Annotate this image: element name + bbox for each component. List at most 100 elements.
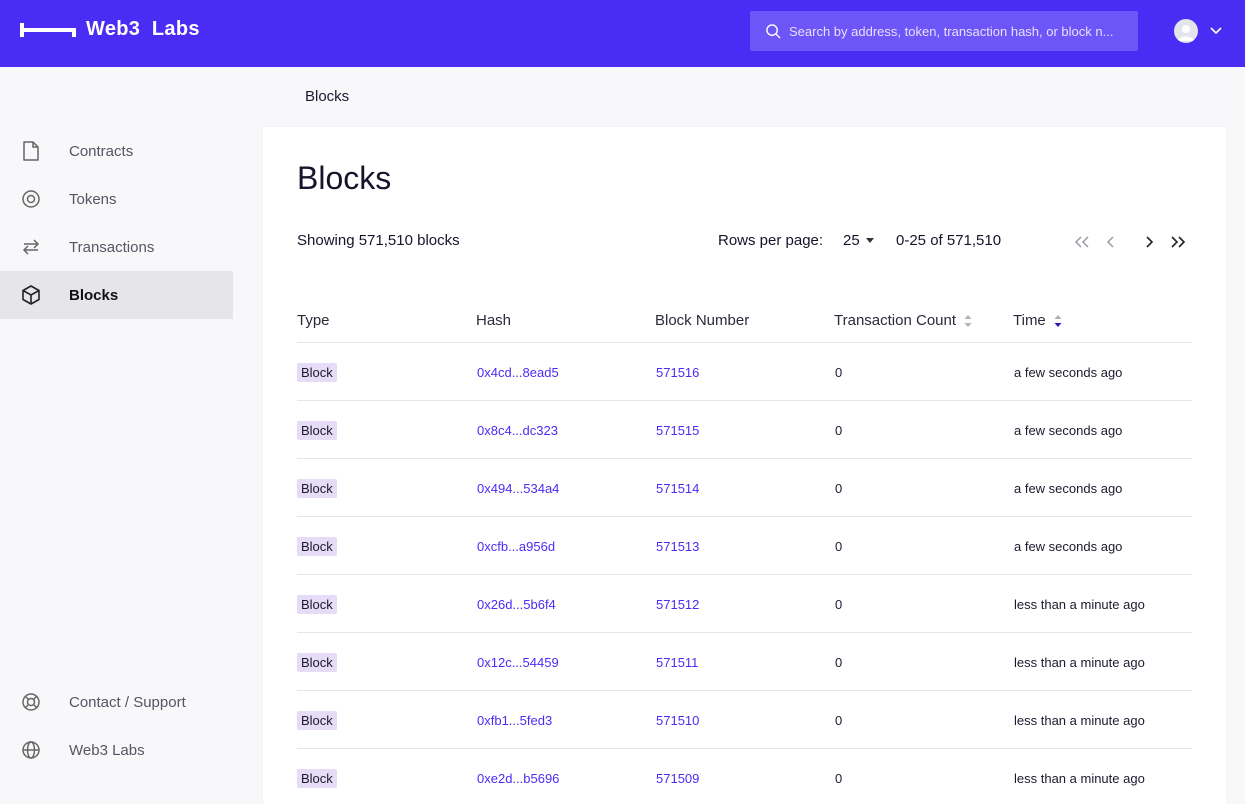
block-hash-link[interactable]: 0xfb1...5fed3	[477, 691, 552, 749]
page-title: Blocks	[297, 160, 392, 196]
token-icon	[22, 190, 40, 208]
user-icon	[1178, 25, 1194, 41]
transaction-count: 0	[835, 480, 843, 496]
block-hash-link[interactable]: 0xcfb...a956d	[477, 517, 555, 575]
type-badge: Block	[297, 594, 337, 614]
block-time: a few seconds ago	[1014, 422, 1123, 438]
block-time: less than a minute ago	[1014, 596, 1145, 612]
table-row: Block 0xe2d...b5696 571509 0 less than a…	[297, 748, 1192, 804]
block-number-link[interactable]: 571510	[656, 691, 699, 749]
sidebar-item-tokens[interactable]: Tokens	[0, 175, 233, 223]
search-icon	[766, 23, 781, 39]
table-row: Block 0x26d...5b6f4 571512 0 less than a…	[297, 574, 1192, 632]
block-hash-link[interactable]: 0x494...534a4	[477, 459, 559, 517]
column-header-time[interactable]: Time	[1013, 312, 1062, 329]
cube-icon	[22, 285, 40, 305]
table-row: Block 0xcfb...a956d 571513 0 a few secon…	[297, 516, 1192, 574]
sidebar-item-label: Contact / Support	[69, 693, 186, 711]
block-number-link[interactable]: 571512	[656, 575, 699, 633]
pagination-range: 0-25 of 571,510	[896, 232, 1002, 249]
block-time: less than a minute ago	[1014, 712, 1145, 728]
block-number-link[interactable]: 571513	[656, 517, 699, 575]
block-number-link[interactable]: 571514	[656, 459, 699, 517]
transaction-count: 0	[835, 654, 843, 670]
block-time: a few seconds ago	[1014, 480, 1123, 496]
block-time: less than a minute ago	[1014, 770, 1145, 786]
table-row: Block 0x12c...54459 571511 0 less than a…	[297, 632, 1192, 690]
last-page-button[interactable]	[1167, 231, 1189, 253]
transaction-count: 0	[835, 770, 843, 786]
search-box[interactable]	[750, 11, 1138, 51]
sidebar-item-contact-support[interactable]: Contact / Support	[0, 678, 233, 726]
block-time: a few seconds ago	[1014, 364, 1123, 380]
avatar[interactable]	[1174, 19, 1198, 43]
transaction-count: 0	[835, 712, 843, 728]
transactions-icon	[22, 239, 40, 255]
transaction-count: 0	[835, 422, 843, 438]
column-header-hash: Hash	[476, 312, 512, 329]
type-badge: Block	[297, 536, 337, 556]
block-hash-link[interactable]: 0x12c...54459	[477, 633, 559, 691]
type-badge: Block	[297, 420, 337, 440]
block-hash-link[interactable]: 0x8c4...dc323	[477, 401, 558, 459]
block-number-link[interactable]: 571515	[656, 401, 699, 459]
sidebar-item-label: Transactions	[69, 238, 155, 256]
type-badge: Block	[297, 652, 337, 672]
logo-mark-icon	[20, 22, 76, 37]
results-count: Showing 571,510 blocks	[297, 232, 460, 249]
sort-descending-icon[interactable]	[1054, 314, 1062, 328]
sidebar-item-label: Web3 Labs	[69, 741, 145, 759]
rows-per-page-value: 25	[843, 232, 860, 249]
blocks-card: Blocks Showing 571,510 blocks Rows per p…	[263, 127, 1226, 804]
double-chevron-right-icon	[1171, 236, 1186, 248]
logo[interactable]: Web3 Labs	[20, 18, 200, 41]
sidebar-item-label: Blocks	[69, 286, 119, 304]
block-number-link[interactable]: 571509	[656, 749, 699, 804]
sidebar-item-blocks[interactable]: Blocks	[0, 271, 233, 319]
column-header-block-number: Block Number	[655, 312, 750, 329]
transaction-count: 0	[835, 364, 843, 380]
column-header-label: Time	[1013, 312, 1046, 329]
lifebuoy-icon	[22, 693, 40, 711]
double-chevron-left-icon	[1074, 236, 1089, 248]
table-row: Block 0x8c4...dc323 571515 0 a few secon…	[297, 400, 1192, 458]
sidebar-item-label: Tokens	[69, 190, 117, 208]
chevron-right-icon	[1146, 236, 1154, 248]
column-header-transaction-count[interactable]: Transaction Count	[834, 312, 972, 329]
file-icon	[23, 141, 39, 161]
sidebar-item-transactions[interactable]: Transactions	[0, 223, 233, 271]
type-badge: Block	[297, 768, 337, 788]
brand-name: Web3 Labs	[86, 18, 200, 40]
column-header-type: Type	[297, 312, 330, 329]
globe-icon	[22, 741, 40, 759]
sort-icon[interactable]	[964, 314, 972, 328]
chevron-left-icon	[1106, 236, 1114, 248]
next-page-button[interactable]	[1139, 231, 1161, 253]
transaction-count: 0	[835, 596, 843, 612]
type-badge: Block	[297, 362, 337, 382]
block-hash-link[interactable]: 0x26d...5b6f4	[477, 575, 556, 633]
search-input[interactable]	[789, 23, 1129, 39]
block-number-link[interactable]: 571516	[656, 343, 699, 401]
chevron-down-icon[interactable]	[1210, 27, 1222, 35]
table-row: Block 0x4cd...8ead5 571516 0 a few secon…	[297, 342, 1192, 400]
previous-page-button[interactable]	[1099, 231, 1121, 253]
rows-per-page-select[interactable]: 25	[843, 232, 874, 249]
sidebar-item-label: Contracts	[69, 142, 134, 160]
type-badge: Block	[297, 478, 337, 498]
table-row: Block 0x494...534a4 571514 0 a few secon…	[297, 458, 1192, 516]
block-hash-link[interactable]: 0xe2d...b5696	[477, 749, 559, 804]
table-row: Block 0xfb1...5fed3 571510 0 less than a…	[297, 690, 1192, 748]
user-menu[interactable]	[1174, 19, 1222, 43]
breadcrumb: Blocks	[305, 88, 350, 105]
top-bar: Web3 Labs	[0, 0, 1245, 67]
block-hash-link[interactable]: 0x4cd...8ead5	[477, 343, 559, 401]
first-page-button[interactable]	[1071, 231, 1093, 253]
sidebar-item-contracts[interactable]: Contracts	[0, 127, 233, 175]
block-time: a few seconds ago	[1014, 538, 1123, 554]
transaction-count: 0	[835, 538, 843, 554]
sidebar-item-web3-labs[interactable]: Web3 Labs	[0, 726, 233, 774]
column-header-label: Transaction Count	[834, 312, 957, 329]
type-badge: Block	[297, 710, 337, 730]
block-number-link[interactable]: 571511	[656, 633, 698, 691]
